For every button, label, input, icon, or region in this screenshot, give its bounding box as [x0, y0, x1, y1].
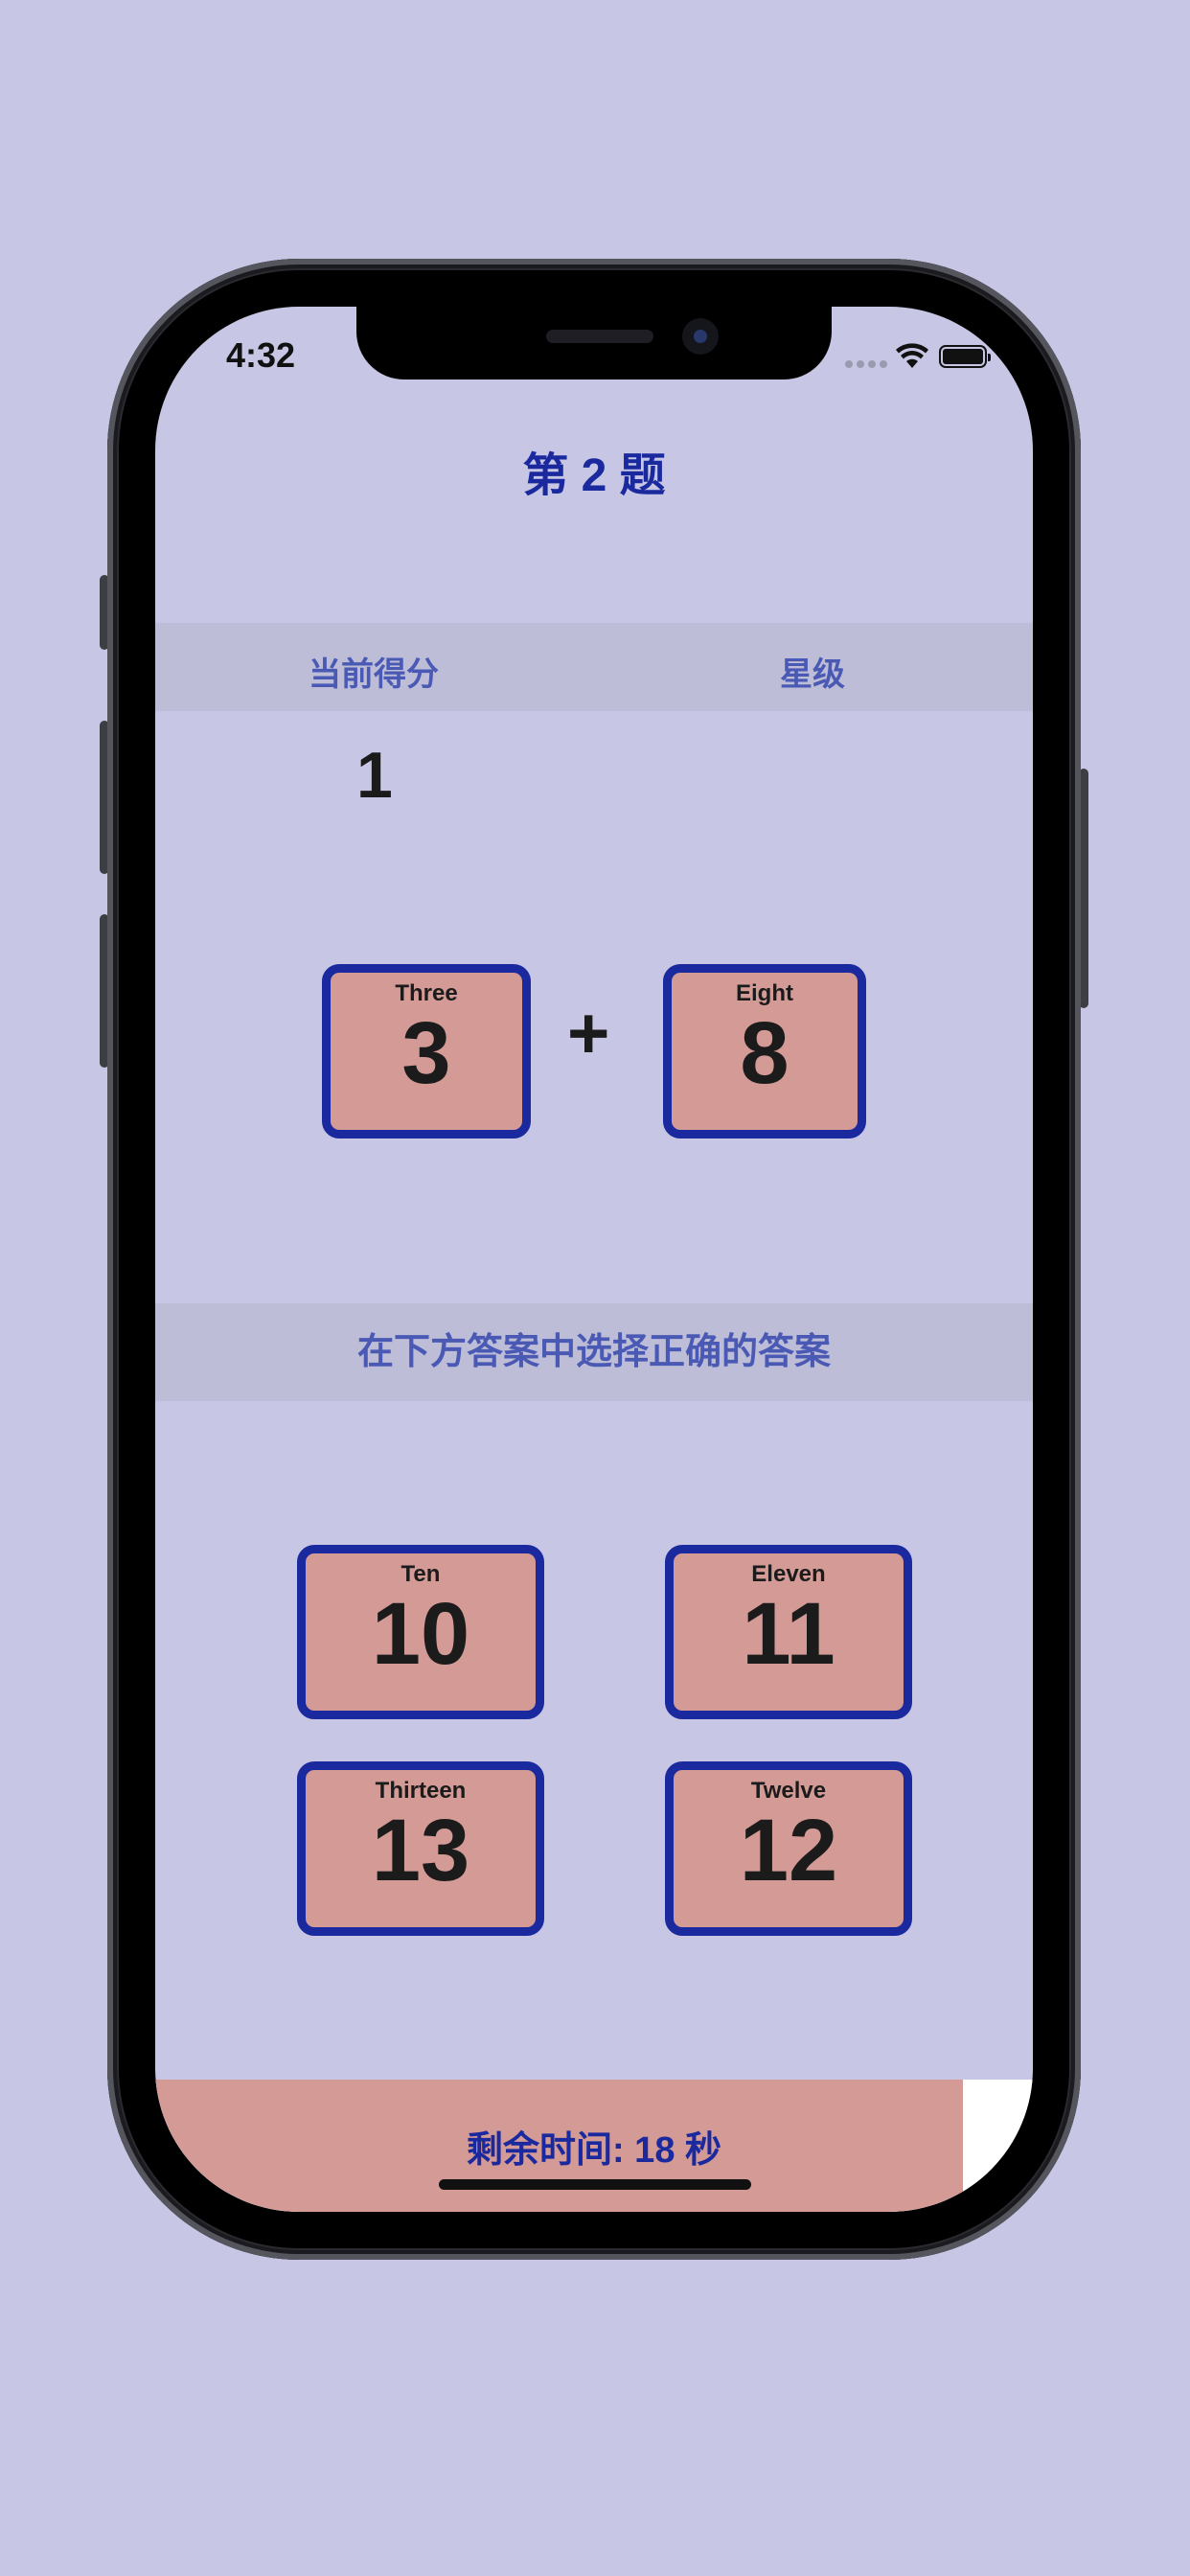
answer-word: Eleven	[751, 1561, 826, 1587]
answer-word: Thirteen	[375, 1778, 467, 1804]
app-screen: 4:32 第 2 题 当前得分 星级 1 Three 3 + Eight 8 在…	[155, 307, 1033, 2212]
question-card-right-word: Eight	[736, 980, 793, 1006]
timer-bar: 剩余时间: 18 秒	[155, 2080, 1033, 2212]
answer-card[interactable]: Ten 10	[297, 1545, 544, 1719]
stage: 4:32 第 2 题 当前得分 星级 1 Three 3 + Eight 8 在…	[0, 0, 1190, 2576]
answer-card[interactable]: Twelve 12	[665, 1761, 912, 1936]
earpiece-speaker	[546, 330, 653, 343]
battery-icon	[939, 345, 991, 368]
home-indicator[interactable]	[439, 2179, 751, 2190]
answer-card[interactable]: Eleven 11	[665, 1545, 912, 1719]
score-header: 当前得分 星级	[155, 623, 1033, 711]
front-camera	[682, 318, 719, 355]
answer-card[interactable]: Thirteen 13	[297, 1761, 544, 1936]
notch	[356, 307, 832, 380]
answer-number: 10	[371, 1585, 470, 1683]
answer-number: 13	[371, 1802, 470, 1899]
question-card-left: Three 3	[322, 964, 531, 1138]
status-time: 4:32	[226, 335, 296, 375]
answer-number: 12	[739, 1802, 838, 1899]
question-card-right: Eight 8	[663, 964, 866, 1138]
question-title: 第 2 题	[522, 450, 666, 501]
score-value: 1	[356, 739, 393, 812]
timer-text: 剩余时间: 18 秒	[466, 2130, 722, 2171]
score-label: 当前得分	[309, 656, 439, 693]
answer-word: Ten	[400, 1561, 441, 1587]
answer-word: Twelve	[750, 1778, 827, 1804]
question-card-right-number: 8	[740, 1004, 790, 1102]
answer-prompt: 在下方答案中选择正确的答案	[155, 1303, 1033, 1401]
plus-operator: +	[567, 993, 610, 1074]
question-card-left-word: Three	[395, 980, 458, 1006]
question-card-left-number: 3	[401, 1004, 451, 1102]
stars-label: 星级	[780, 656, 845, 693]
signal-icon	[845, 360, 887, 368]
answer-number: 11	[742, 1585, 835, 1683]
wifi-icon	[896, 343, 928, 368]
